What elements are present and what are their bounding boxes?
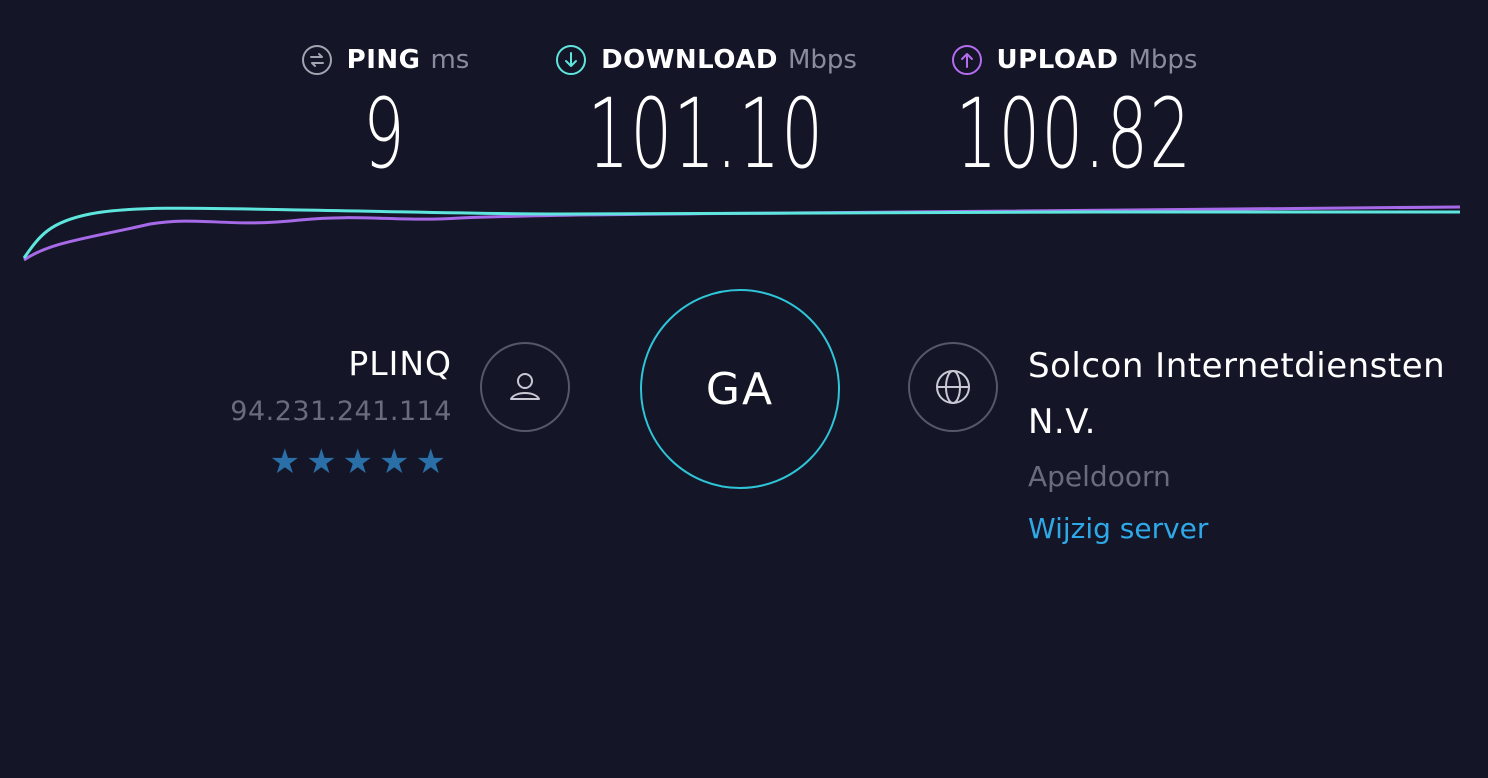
- download-value: 101.10: [587, 78, 825, 190]
- ping-metric: PING ms 9: [298, 40, 472, 182]
- upload-unit: Mbps: [1128, 45, 1198, 75]
- upload-arrow-icon: [951, 44, 983, 76]
- download-unit: Mbps: [787, 45, 857, 75]
- upload-label: UPLOAD: [996, 45, 1119, 75]
- server-location: Apeldoorn: [1028, 460, 1171, 493]
- upload-graph-line: [23, 205, 1461, 262]
- ping-icon: [301, 44, 333, 76]
- upload-metric: UPLOAD Mbps 100.82: [940, 40, 1208, 182]
- download-graph-line: [22, 206, 1460, 259]
- download-header: DOWNLOAD Mbps: [555, 40, 857, 80]
- upload-header: UPLOAD Mbps: [951, 40, 1198, 80]
- download-arrow-icon: [555, 44, 587, 76]
- speed-graph: [22, 205, 1461, 262]
- user-icon: [480, 342, 570, 432]
- isp-ip-address: 94.231.241.114: [230, 396, 452, 427]
- server-name: Solcon Internetdiensten N.V.: [1028, 346, 1446, 442]
- ping-label: PING: [346, 45, 421, 75]
- ping-unit: ms: [430, 45, 470, 75]
- isp-name: PLINQ: [348, 344, 452, 383]
- change-server-link[interactable]: Wijzig server: [1028, 504, 1208, 554]
- globe-icon: [908, 342, 998, 432]
- ping-header: PING ms: [301, 40, 470, 80]
- speedtest-app: PING ms 9 DOWNLOAD Mbps 101.10 UPLOAD Mb…: [0, 0, 1488, 778]
- go-button-label: GA: [705, 363, 775, 415]
- ping-value: 9: [363, 78, 407, 190]
- isp-info: PLINQ 94.231.241.114 ★★★★★: [150, 340, 452, 480]
- isp-rating-stars[interactable]: ★★★★★: [150, 444, 452, 480]
- download-label: DOWNLOAD: [601, 45, 778, 75]
- server-info: Solcon Internetdiensten N.V. Apeldoorn W…: [1028, 338, 1468, 554]
- upload-value: 100.82: [955, 78, 1193, 190]
- download-metric: DOWNLOAD Mbps 101.10: [542, 40, 870, 182]
- go-button[interactable]: GA: [640, 289, 840, 489]
